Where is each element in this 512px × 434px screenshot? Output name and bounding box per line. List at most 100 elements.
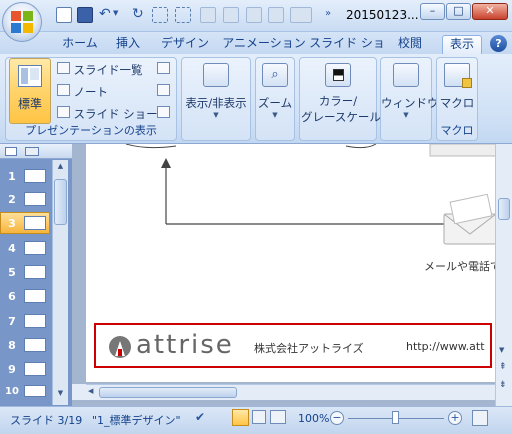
- slide-number-5: 5: [8, 266, 16, 279]
- vertical-scroll-thumb[interactable]: [498, 198, 510, 220]
- scroll-left-icon[interactable]: ◀: [88, 387, 93, 395]
- slide-show-icon: [57, 106, 70, 118]
- slide-thumbnail-10[interactable]: [24, 385, 46, 397]
- undo-dropdown-icon[interactable]: ▼: [113, 9, 118, 17]
- slide-number-4: 4: [8, 242, 16, 255]
- slide-number-9: 9: [8, 363, 16, 376]
- macro-label: マクロ: [439, 96, 475, 110]
- notes-page-button[interactable]: ノート: [57, 84, 108, 100]
- slide-sorter-button[interactable]: スライド一覧: [57, 62, 143, 78]
- close-button[interactable]: ✕: [472, 3, 508, 20]
- minimize-button[interactable]: –: [420, 3, 445, 20]
- sorter-view-status-icon[interactable]: [252, 410, 266, 424]
- envelope-icon: [443, 193, 496, 245]
- zoom-in-icon[interactable]: +: [448, 411, 462, 425]
- slides-panel-scrollbar[interactable]: ▲ ▼: [52, 160, 68, 405]
- slides-tab-icon[interactable]: [5, 147, 17, 156]
- slide-canvas[interactable]: メールや電話で attrise 株式会社アットライズ http://www.at…: [86, 144, 501, 382]
- normal-view-button[interactable]: 標準: [9, 58, 51, 124]
- send-backward-icon[interactable]: [223, 7, 239, 23]
- undo-icon[interactable]: ↶: [99, 6, 111, 22]
- tab-design[interactable]: デザイン: [158, 35, 212, 54]
- tab-home[interactable]: ホーム: [57, 35, 103, 54]
- slide-number-1: 1: [8, 170, 16, 183]
- spell-check-icon[interactable]: ✔: [195, 410, 213, 427]
- slide-counter: スライド 3/19: [10, 414, 83, 427]
- office-button[interactable]: [2, 2, 42, 42]
- notes-master-icon[interactable]: [157, 106, 170, 118]
- slide-show-label: スライド ショー: [73, 107, 158, 121]
- normal-view-icon: [18, 65, 42, 87]
- theme-name: "1_標準デザイン": [92, 414, 181, 427]
- slide-thumbnail-9[interactable]: [24, 362, 46, 376]
- slide-number-7: 7: [8, 315, 16, 328]
- slide-sorter-icon: [57, 62, 70, 74]
- slide-thumbnail-5[interactable]: [24, 265, 46, 279]
- slide-show-button[interactable]: スライド ショー: [57, 106, 158, 122]
- slide-number-2: 2: [8, 193, 16, 206]
- company-name: 株式会社アットライズ: [254, 342, 364, 355]
- slide-thumbnail-2[interactable]: [24, 192, 46, 206]
- zoom-icon: ⌕: [262, 63, 288, 87]
- slide-thumbnail-8[interactable]: [24, 338, 46, 352]
- scroll-down-icon-main[interactable]: ▼: [499, 346, 504, 354]
- handout-master-icon[interactable]: [157, 84, 170, 96]
- tab-insert[interactable]: 挿入: [110, 35, 146, 54]
- slides-scroll-thumb[interactable]: [54, 179, 67, 225]
- horizontal-scroll-thumb[interactable]: [99, 387, 237, 398]
- grayscale-icon: [325, 63, 351, 87]
- zoom-button[interactable]: ⌕ ズーム ▼: [257, 60, 293, 122]
- attrise-logo-icon: [109, 336, 131, 358]
- save-icon[interactable]: [77, 7, 93, 23]
- tab-animation[interactable]: アニメーション: [222, 35, 306, 54]
- redo-icon[interactable]: ↻: [132, 6, 144, 22]
- slide-thumbnail-3[interactable]: [24, 216, 46, 230]
- group-icon[interactable]: [175, 7, 191, 23]
- bring-forward-icon[interactable]: [200, 7, 216, 23]
- scroll-down-icon[interactable]: ▼: [54, 389, 67, 402]
- color-label-line1: カラー/: [318, 94, 358, 108]
- tab-review[interactable]: 校閲: [392, 35, 428, 54]
- scroll-up-icon[interactable]: ▲: [54, 162, 67, 175]
- window-icon: [393, 63, 419, 87]
- tab-view[interactable]: 表示: [442, 35, 482, 54]
- slide-thumbnail-1[interactable]: [24, 169, 46, 183]
- tab-slideshow[interactable]: スライド ショー: [309, 35, 385, 67]
- new-slide-icon[interactable]: [56, 7, 72, 23]
- zoom-out-icon[interactable]: −: [330, 411, 344, 425]
- slide-number-10: 10: [5, 386, 19, 397]
- slide-thumbnail-7[interactable]: [24, 314, 46, 328]
- slide-thumbnail-6[interactable]: [24, 289, 46, 303]
- distribute-icon[interactable]: [268, 7, 284, 23]
- window-button[interactable]: ウィンドウ ▼: [381, 60, 439, 122]
- previous-slide-icon[interactable]: ⇞: [499, 362, 507, 372]
- help-button[interactable]: ?: [490, 35, 507, 52]
- vertical-scrollbar[interactable]: ▼ ⇞ ⇟: [495, 144, 512, 406]
- slideshow-view-status-icon[interactable]: [270, 410, 286, 424]
- shapes-icon[interactable]: [290, 7, 312, 23]
- normal-view-status-icon[interactable]: [232, 409, 249, 426]
- window-label: ウィンドウ: [381, 96, 439, 110]
- window-dropdown-icon: ▼: [403, 111, 409, 119]
- horizontal-scrollbar[interactable]: ◀: [86, 384, 495, 400]
- maximize-button[interactable]: □: [446, 3, 471, 20]
- show-hide-label: 表示/非表示: [185, 96, 247, 110]
- zoom-label: ズーム: [257, 96, 293, 110]
- outline-tab-icon[interactable]: [25, 147, 39, 156]
- office-logo-icon: [11, 11, 33, 33]
- slide-thumbnail-4[interactable]: [24, 241, 46, 255]
- show-hide-icon: [203, 63, 229, 87]
- zoom-level: 100%: [298, 412, 330, 425]
- color-grayscale-button[interactable]: カラー/ グレースケール: [301, 60, 381, 138]
- window-title: 20150123...: [346, 8, 419, 22]
- show-hide-button[interactable]: 表示/非表示 ▼: [183, 60, 249, 122]
- next-slide-icon[interactable]: ⇟: [499, 380, 507, 390]
- slide-master-icon[interactable]: [157, 62, 170, 74]
- normal-view-label: 標準: [17, 97, 42, 111]
- align-icon[interactable]: [246, 7, 262, 23]
- macro-button[interactable]: マクロ: [437, 60, 477, 122]
- fit-to-window-icon[interactable]: [472, 410, 488, 426]
- zoom-slider-thumb[interactable]: [392, 411, 399, 424]
- select-icon[interactable]: [152, 7, 168, 23]
- qat-more-icon[interactable]: »: [325, 8, 331, 19]
